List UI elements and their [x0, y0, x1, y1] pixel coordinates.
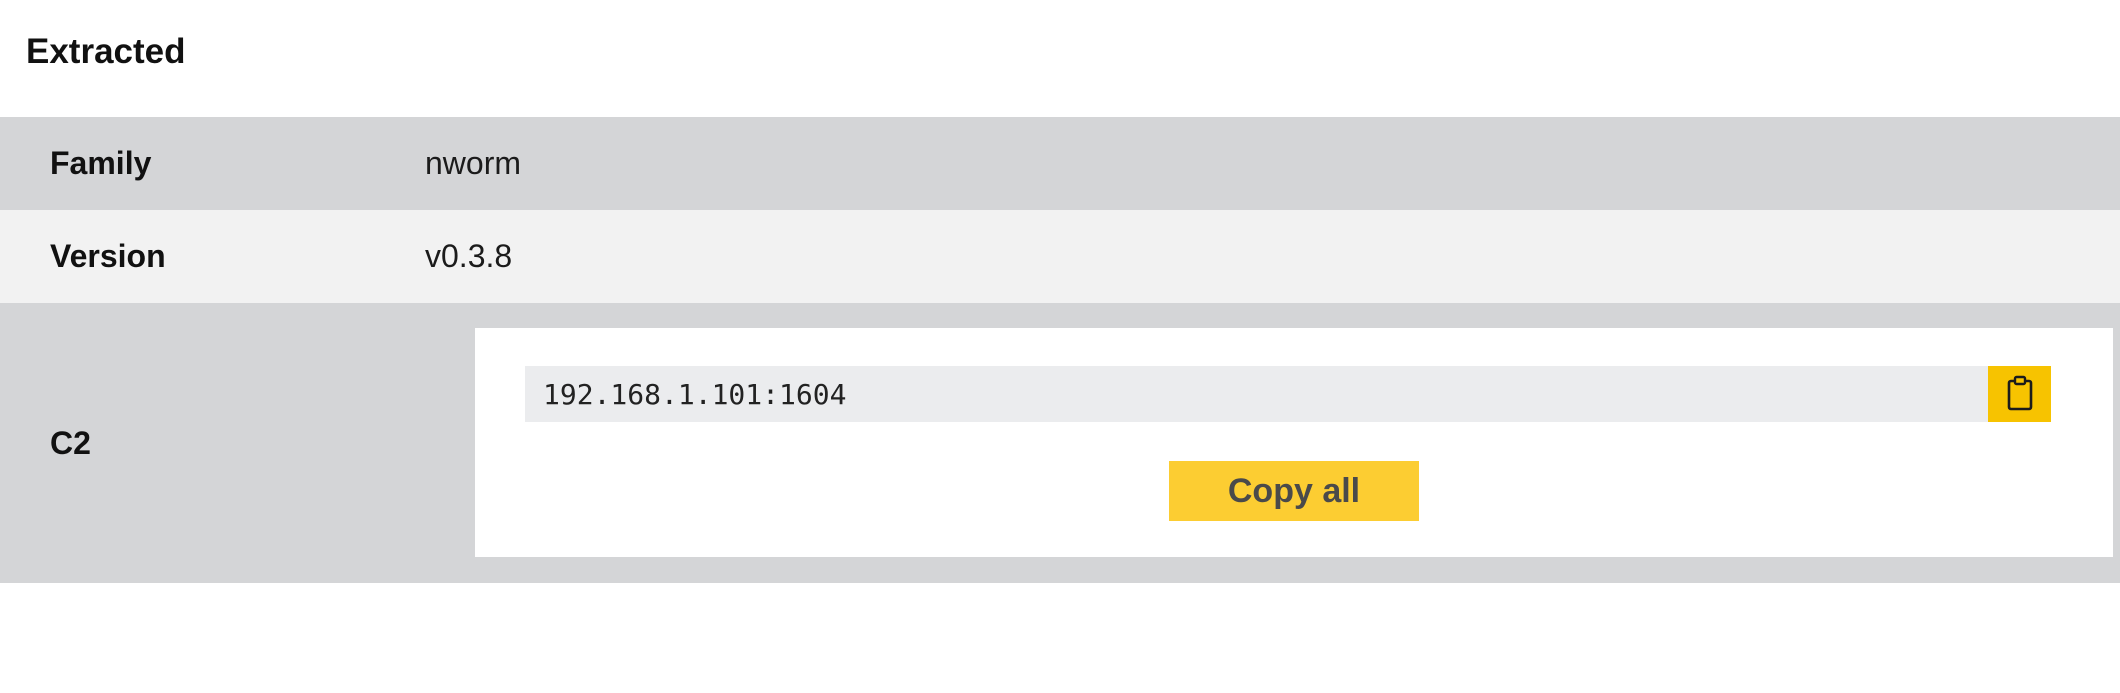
field-label-family: Family	[50, 145, 152, 181]
field-label-c2: C2	[50, 424, 91, 461]
field-value-version: v0.3.8	[425, 238, 513, 274]
c2-entry[interactable]: 192.168.1.101:1604	[525, 366, 1990, 422]
clipboard-icon	[2006, 375, 2034, 414]
section-title: Extracted	[26, 32, 186, 71]
extracted-config-page: Extracted Family nworm Version v0.3.8 C2…	[0, 0, 2120, 693]
field-row-version: Version v0.3.8	[0, 210, 2120, 303]
copy-all-button[interactable]: Copy all	[1169, 461, 1419, 521]
field-row-family: Family nworm	[0, 117, 2120, 210]
field-label-version: Version	[50, 238, 166, 274]
copy-entry-button[interactable]	[1988, 366, 2051, 422]
c2-panel: 192.168.1.101:1604 Copy all	[475, 328, 2113, 557]
field-value-family: nworm	[425, 145, 522, 181]
